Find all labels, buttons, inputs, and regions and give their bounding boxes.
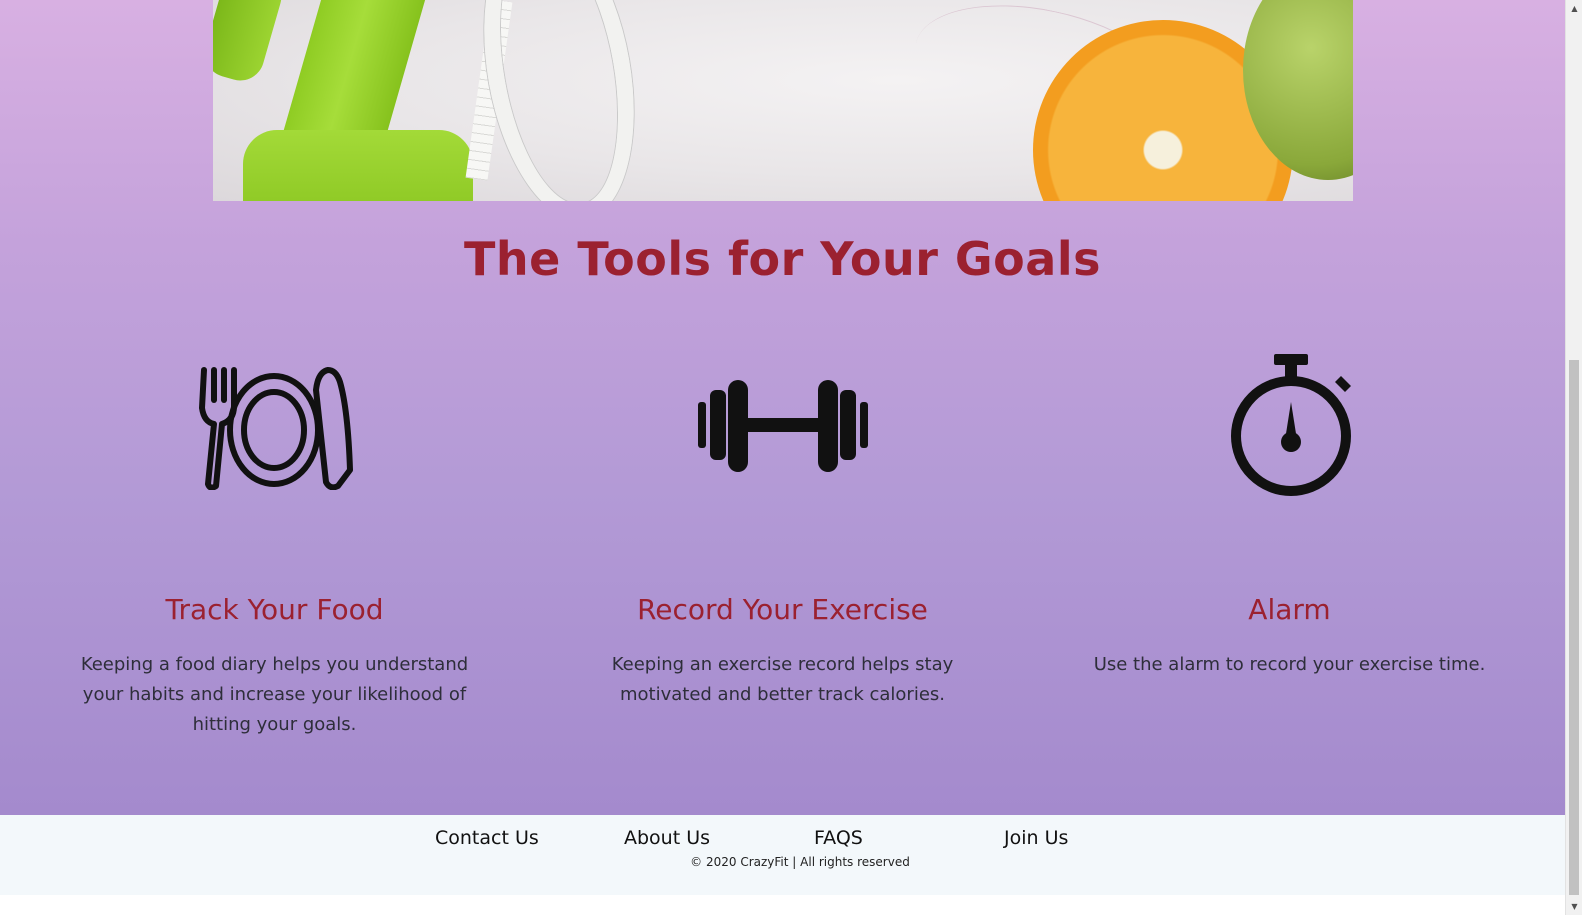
green-dumbbell-base (243, 130, 473, 201)
tools-section: The Tools for Your Goals Track Your Food… (0, 0, 1565, 815)
tool-description: Use the alarm to record your exercise ti… (1093, 654, 1486, 675)
footer: Contact Us About Us FAQS Join Us © 2020 … (0, 815, 1565, 895)
tool-title: Record Your Exercise (637, 593, 928, 626)
scrollbar-thumb[interactable] (1569, 360, 1579, 895)
footer-link-contact[interactable]: Contact Us (435, 827, 539, 849)
tool-description: Keeping an exercise record helps stay mo… (611, 654, 954, 705)
page: The Tools for Your Goals Track Your Food… (0, 0, 1565, 915)
scroll-up-arrow-icon[interactable]: ▲ (1566, 0, 1582, 17)
scroll-down-arrow-icon[interactable]: ▼ (1566, 898, 1582, 915)
green-dumbbell-head (213, 0, 287, 87)
footer-link-join[interactable]: Join Us (1004, 827, 1068, 849)
vertical-scrollbar[interactable]: ▲ ▼ (1565, 0, 1582, 915)
page-bottom-space (0, 895, 1565, 915)
hero-image (213, 0, 1353, 201)
measuring-tape-coil (462, 0, 656, 201)
tool-description: Keeping a food diary helps you understan… (80, 654, 469, 735)
stopwatch-icon (1230, 354, 1351, 496)
copyright-text: © 2020 CrazyFit | All rights reserved (690, 855, 910, 869)
tool-title: Alarm (1248, 593, 1331, 626)
footer-link-faqs[interactable]: FAQS (814, 827, 863, 849)
tool-title: Track Your Food (165, 593, 384, 626)
footer-link-about[interactable]: About Us (624, 827, 710, 849)
section-title: The Tools for Your Goals (464, 232, 1101, 286)
fork-plate-knife-icon (198, 367, 353, 490)
dumbbell-icon (697, 380, 868, 472)
